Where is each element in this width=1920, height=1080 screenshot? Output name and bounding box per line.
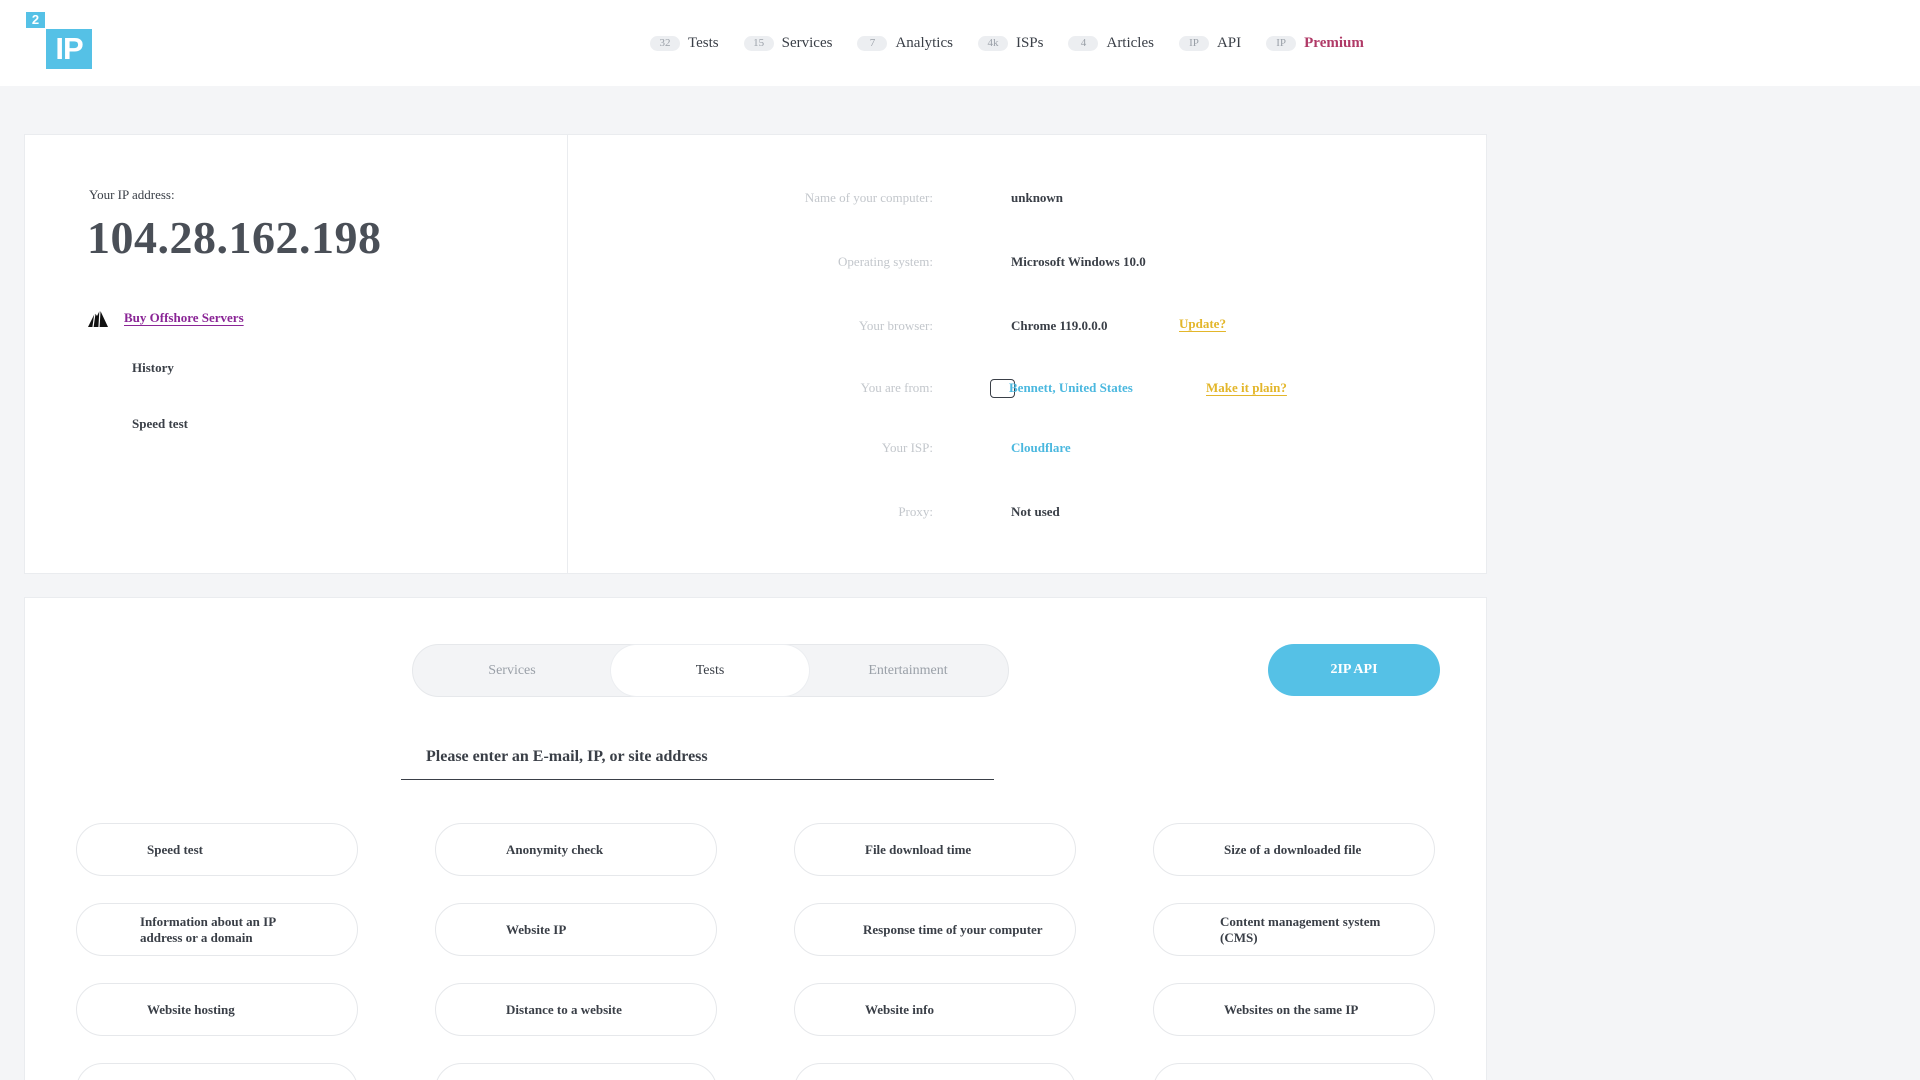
nav-count-badge: 7 <box>857 35 888 51</box>
detail-row-os: Operating system: Microsoft Windows 10.0 <box>568 254 1486 274</box>
tool-downloaded-file-size[interactable]: Size of a downloaded file <box>1153 823 1435 876</box>
main-nav: 32 Tests 15 Services 7 Analytics 4k ISPs… <box>650 32 1389 54</box>
tool-partial-row[interactable] <box>435 1063 717 1080</box>
ip-info-card: Your IP address: 104.28.162.198 Buy Offs… <box>24 134 1487 574</box>
nav-label: ISPs <box>1015 34 1044 51</box>
detail-label: Name of your computer: <box>804 190 933 205</box>
detail-label: Operating system: <box>838 254 933 269</box>
location-value-link[interactable]: Bennett, United States <box>1009 380 1133 396</box>
nav-item-premium[interactable]: IP Premium <box>1266 35 1364 52</box>
tool-label: Website IP <box>506 921 567 937</box>
nav-count-badge: 4 <box>1068 35 1099 51</box>
tool-cms-detection[interactable]: Content management system (CMS) <box>1153 903 1435 956</box>
tool-partial-row[interactable] <box>794 1063 1076 1080</box>
tools-tab-bar: Services Tests Entertainment <box>412 644 1009 697</box>
tool-speed-test[interactable]: Speed test <box>76 823 358 876</box>
ip-summary-panel: Your IP address: 104.28.162.198 Buy Offs… <box>25 135 568 573</box>
tool-file-download-time[interactable]: File download time <box>794 823 1076 876</box>
detail-row-browser: Your browser: Chrome 119.0.0.0 Update? <box>568 316 1486 338</box>
tool-label: Websites on the same IP <box>1224 1001 1359 1017</box>
tool-label: Information about an IP address or a dom… <box>140 913 276 945</box>
tool-label: Distance to a website <box>506 1001 622 1017</box>
nav-count-badge: 15 <box>743 35 774 51</box>
connection-details: Name of your computer: unknown Operating… <box>568 135 1486 573</box>
tool-label: Response time of your computer <box>863 921 1043 937</box>
2ip-api-button[interactable]: 2IP API <box>1268 644 1440 696</box>
site-logo[interactable]: 2 IP <box>26 12 92 70</box>
tool-label: Size of a downloaded file <box>1224 841 1362 857</box>
nav-item-articles[interactable]: 4 Articles <box>1068 34 1154 52</box>
history-link[interactable]: History <box>132 360 174 376</box>
tool-label: Content management system (CMS) <box>1220 913 1381 945</box>
detail-row-computer-name: Name of your computer: unknown <box>568 190 1486 210</box>
nav-label: Premium <box>1304 34 1364 51</box>
tool-response-time[interactable]: Response time of your computer <box>794 903 1076 956</box>
nav-item-api[interactable]: IP API <box>1178 34 1242 52</box>
tool-ip-domain-info[interactable]: Information about an IP address or a dom… <box>76 903 358 956</box>
detail-row-isp: Your ISP: Cloudflare <box>568 440 1486 460</box>
nav-label: Articles <box>1106 34 1154 51</box>
update-browser-link[interactable]: Update? <box>1179 316 1226 332</box>
tool-label: Speed test <box>147 841 203 857</box>
nav-item-services[interactable]: 15 Services <box>743 34 833 52</box>
detail-label: Your ISP: <box>881 440 933 455</box>
ip-caption: Your IP address: <box>89 187 175 202</box>
buy-offshore-servers-link[interactable]: Buy Offshore Servers <box>124 310 244 326</box>
logo-main-mark: IP <box>46 29 92 69</box>
tool-label: Website info <box>865 1001 934 1017</box>
tools-card: Services Tests Entertainment 2IP API Spe… <box>24 597 1487 1080</box>
tab-entertainment[interactable]: Entertainment <box>809 645 1007 696</box>
nav-label: Tests <box>688 34 719 51</box>
nav-label: Analytics <box>895 34 953 51</box>
tool-anonymity-check[interactable]: Anonymity check <box>435 823 717 876</box>
tab-tests[interactable]: Tests <box>611 645 809 696</box>
make-it-plain-link[interactable]: Make it plain? <box>1206 380 1287 396</box>
tab-services[interactable]: Services <box>413 645 611 696</box>
top-header: 2 IP 32 Tests 15 Services 7 Analytics 4k… <box>0 0 1920 86</box>
ip-address-value[interactable]: 104.28.162.198 <box>87 211 382 264</box>
nav-count-badge: 32 <box>650 35 680 51</box>
nav-item-tests[interactable]: 32 Tests <box>650 35 719 52</box>
tool-partial-row[interactable] <box>1153 1063 1435 1080</box>
nav-count-badge: 4k <box>977 35 1008 51</box>
detail-value: Microsoft Windows 10.0 <box>1011 254 1146 269</box>
nav-count-badge: IP <box>1178 35 1209 51</box>
tool-website-hosting[interactable]: Website hosting <box>76 983 358 1036</box>
tool-website-info[interactable]: Website info <box>794 983 1076 1036</box>
detail-row-proxy: Proxy: Not used <box>568 504 1486 524</box>
nav-label: Services <box>781 34 833 51</box>
tool-partial-row[interactable] <box>76 1063 358 1080</box>
nav-item-analytics[interactable]: 7 Analytics <box>857 35 953 52</box>
tool-label: Website hosting <box>147 1001 235 1017</box>
tool-label: File download time <box>865 841 972 857</box>
nav-count-badge: IP <box>1266 35 1297 51</box>
isp-value-link[interactable]: Cloudflare <box>1011 440 1071 456</box>
detail-value: Chrome 119.0.0.0 <box>1011 318 1108 333</box>
detail-value: unknown <box>1011 190 1064 205</box>
detail-label: You are from: <box>860 380 933 395</box>
detail-value: Not used <box>1011 504 1060 519</box>
search-input[interactable] <box>401 734 994 780</box>
mountain-icon <box>88 309 108 328</box>
tool-websites-same-ip[interactable]: Websites on the same IP <box>1153 983 1435 1036</box>
detail-row-location: You are from: Bennett, United States Mak… <box>568 379 1486 400</box>
nav-item-isps[interactable]: 4k ISPs <box>977 34 1044 52</box>
offshore-promo: Buy Offshore Servers <box>87 308 244 328</box>
nav-label: API <box>1216 34 1242 51</box>
logo-small-mark: 2 <box>26 12 45 28</box>
speed-test-link[interactable]: Speed test <box>132 416 188 432</box>
tool-distance-to-website[interactable]: Distance to a website <box>435 983 717 1036</box>
tool-website-ip[interactable]: Website IP <box>435 903 717 956</box>
detail-label: Proxy: <box>898 504 933 519</box>
tool-label: Anonymity check <box>506 841 604 857</box>
detail-label: Your browser: <box>858 318 933 333</box>
